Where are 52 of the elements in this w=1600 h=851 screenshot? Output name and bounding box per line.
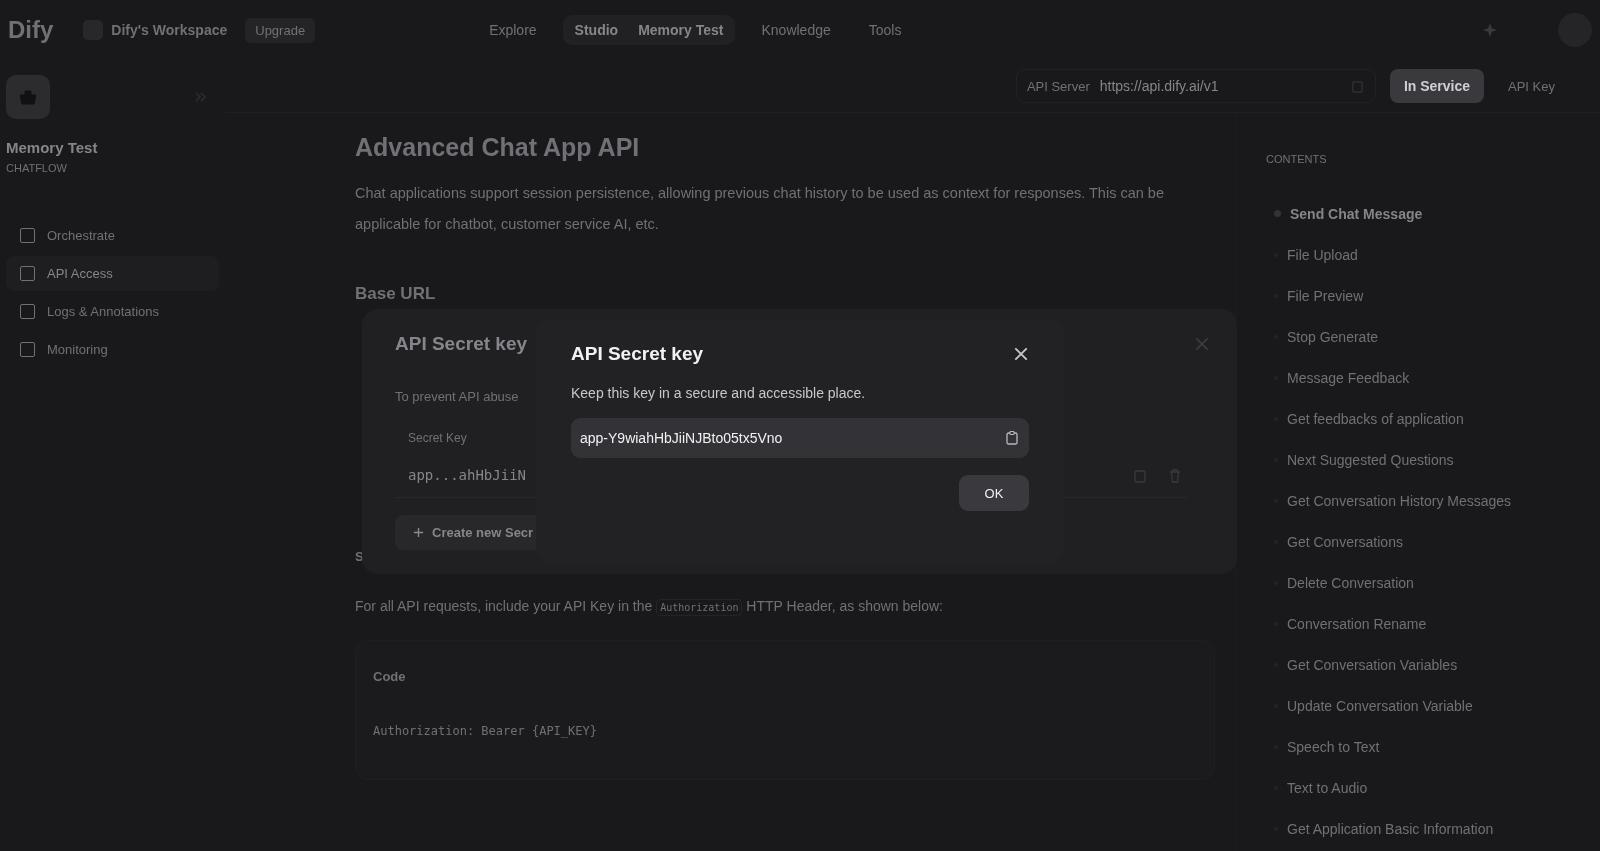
dialog-title: API Secret key [571,343,704,365]
app-type: CHATFLOW [6,162,68,174]
app-name: Memory Test [6,139,99,156]
contents-link[interactable]: Delete Conversation [1266,562,1600,603]
code-title: Code [373,669,406,684]
delete-icon[interactable] [1167,468,1183,484]
sidebar-item[interactable]: API Access [6,256,219,291]
nav-tab[interactable]: Studio Memory Test [562,15,736,45]
page-title: Advanced Chat App API [355,133,641,162]
plus-icon [413,527,424,538]
contents-link[interactable]: File Preview [1266,275,1600,316]
contents-link[interactable]: File Upload [1266,234,1600,275]
table-cell: app...ahHbJiiN [408,467,526,483]
dialog-description: To prevent API abuse [395,389,519,404]
api-key-button[interactable]: API Key [1498,69,1565,103]
contents-link[interactable]: Stop Generate [1266,316,1600,357]
contents-link[interactable]: Update Conversation Variable [1266,685,1600,726]
nav-tab[interactable]: Tools [856,15,914,45]
app-breadcrumb[interactable]: Memory Test [638,22,724,38]
upgrade-button[interactable]: Upgrade [245,17,316,43]
sidebar-item[interactable]: Logs & Annotations [6,294,219,329]
sparkle-icon[interactable] [1482,22,1498,38]
contents-link[interactable]: Conversation Rename [1266,603,1600,644]
description: Chat applications support session persistence, allowing previous chat history to be used as context for responses. This can be applicable for chatbot, customer service AI, etc. [355,184,1165,234]
contents-link[interactable]: Text to Audio [1266,767,1600,808]
contents-link[interactable]: Send Chat Message [1266,193,1600,234]
dialog-title: API Secret key [395,333,528,355]
column-header: Secret Key [408,431,467,445]
sidebar-item[interactable]: Orchestrate [6,218,219,253]
contents-link[interactable]: Get feedbacks of application [1266,398,1600,439]
contents-link[interactable]: Get Conversation History Messages [1266,480,1600,521]
logo[interactable]: Dify [8,16,54,44]
secret-key-field[interactable]: app-Y9wiahHbJiiNJBto05tx5Vno [571,418,1029,458]
contents-link[interactable]: Get Application Basic Information [1266,808,1600,849]
api-url-field: API Server https://api.dify.ai/v1 [1015,69,1376,103]
status-button[interactable]: In Service [1389,69,1485,103]
nav-tab[interactable]: Knowledge [749,15,843,45]
contents-link[interactable]: Message Feedback [1266,357,1600,398]
nav-tab[interactable]: Explore [477,15,549,45]
app-icon [6,75,50,119]
contents-link[interactable]: Next Suggested Questions [1266,439,1600,480]
contents-link[interactable]: Speech to Text [1266,726,1600,767]
contents-title: CONTENTS [1266,153,1327,165]
code-line: Authorization: Bearer {API_KEY} [373,724,597,738]
workspace-button[interactable]: Dify's Workspace [77,19,234,41]
ok-button[interactable]: OK [959,475,1029,511]
sidebar-item[interactable]: Monitoring [6,332,219,367]
contents-link[interactable]: Get Conversations [1266,521,1600,562]
section-heading: Base URL [355,284,437,304]
auth-text: For all API requests, include your API Key in the Authorization HTTP Header, as shown below: [355,598,944,614]
contents-link[interactable]: Get Conversation Variables [1266,644,1600,685]
dialog-description: Keep this key in a secure and accessible place. [571,385,867,401]
